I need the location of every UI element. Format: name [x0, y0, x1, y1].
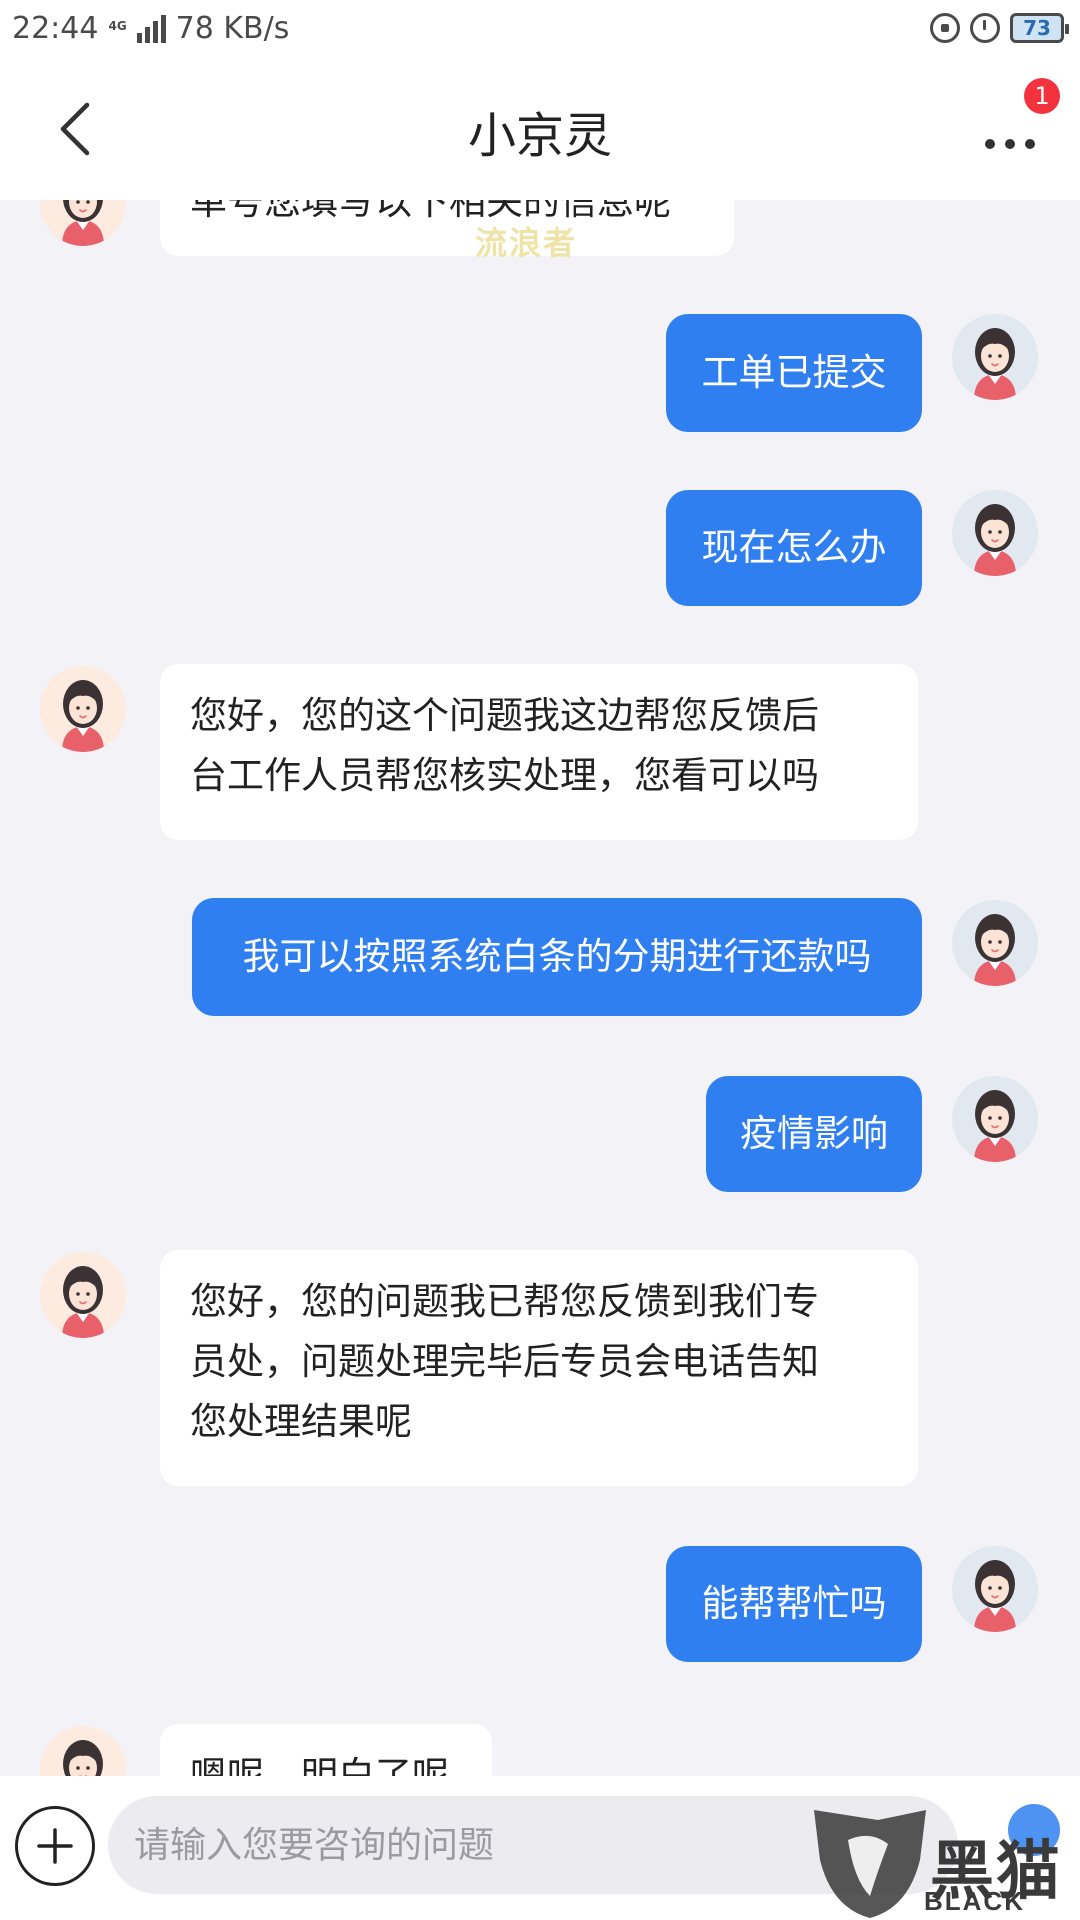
battery-icon: 73 — [1010, 13, 1069, 43]
message-bubble-agent: 单号您填写以下相关的信息呢 — [160, 200, 734, 256]
user-avatar — [952, 1546, 1038, 1632]
message-text: 疫情影响 — [740, 1112, 888, 1155]
user-avatar — [952, 900, 1038, 986]
woman-avatar-icon — [974, 1560, 1016, 1632]
message-bubble-agent: 您好，您的问题我已帮您反馈到我们专 员处，问题处理完毕后专员会电话告知 您处理结… — [160, 1250, 918, 1486]
message-line: 台工作人员帮您核实处理，您看可以吗 — [190, 754, 819, 797]
message-bubble-user: 能帮帮忙吗 — [666, 1546, 922, 1662]
message-bubble-agent: 嗯呢，明白了呢 — [160, 1724, 492, 1776]
woman-avatar-icon — [62, 1266, 104, 1338]
message-line: 员处，问题处理完毕后专员会电话告知 — [190, 1340, 819, 1383]
message-line: 您好，您的问题我已帮您反馈到我们专 — [190, 1280, 819, 1323]
status-right: 73 — [930, 13, 1069, 43]
plus-button[interactable] — [15, 1806, 95, 1886]
message-line: 您处理结果呢 — [190, 1400, 412, 1443]
message-text: 能帮帮忙吗 — [701, 1582, 887, 1625]
status-bar: 22:44 4G 78 KB/s 73 — [0, 0, 1080, 56]
user-avatar — [952, 314, 1038, 400]
more-dot — [1025, 139, 1035, 149]
chat-area[interactable]: 单号您填写以下相关的信息呢 流浪者 工单已提交 现在怎么办 您好，您的这个问题我… — [0, 200, 1080, 1776]
signal-icon — [136, 13, 166, 43]
message-text: 工单已提交 — [701, 351, 887, 394]
woman-avatar-icon — [62, 680, 104, 752]
agent-avatar — [40, 200, 126, 246]
more-dot — [1005, 139, 1015, 149]
message-line: 嗯呢，明白了呢 — [190, 1754, 449, 1776]
agent-avatar — [40, 1252, 126, 1338]
rotation-lock-icon — [930, 13, 960, 43]
woman-avatar-icon — [974, 1090, 1016, 1162]
message-bubble-user: 工单已提交 — [666, 314, 922, 432]
message-bubble-user: 我可以按照系统白条的分期进行还款吗 — [192, 898, 922, 1016]
status-left: 22:44 4G 78 KB/s — [12, 11, 289, 46]
alarm-icon — [970, 13, 1000, 43]
message-bubble-user: 疫情影响 — [706, 1076, 922, 1192]
message-line: 您好，您的这个问题我这边帮您反馈后 — [190, 694, 819, 737]
chat-header: 小京灵 1 — [0, 56, 1080, 200]
message-bubble-user: 现在怎么办 — [666, 490, 922, 606]
agent-avatar — [40, 666, 126, 752]
battery-level: 73 — [1023, 16, 1051, 40]
woman-avatar-icon — [974, 504, 1016, 576]
network-type: 4G — [108, 18, 127, 33]
plus-icon — [37, 1828, 73, 1864]
woman-avatar-icon — [974, 328, 1016, 400]
notification-badge: 1 — [1024, 78, 1060, 114]
page-title: 小京灵 — [467, 108, 612, 164]
woman-avatar-icon — [974, 914, 1016, 986]
user-avatar — [952, 1076, 1038, 1162]
message-text: 我可以按照系统白条的分期进行还款吗 — [242, 935, 872, 978]
more-dots-icon — [985, 139, 995, 149]
message-text: 单号您填写以下相关的信息呢 — [190, 200, 671, 223]
user-avatar — [952, 490, 1038, 576]
more-button[interactable] — [970, 124, 1050, 164]
woman-avatar-icon — [62, 200, 104, 246]
message-text: 现在怎么办 — [701, 526, 887, 569]
status-time: 22:44 — [12, 10, 99, 46]
agent-avatar — [40, 1726, 126, 1776]
message-bubble-agent: 您好，您的这个问题我这边帮您反馈后 台工作人员帮您核实处理，您看可以吗 — [160, 664, 918, 840]
network-speed: 78 KB/s — [175, 10, 290, 46]
watermark-text: 流浪者 — [475, 224, 578, 262]
black-cat-brand-en: BLACK CAT — [924, 1886, 1025, 1920]
woman-avatar-icon — [63, 1740, 103, 1776]
